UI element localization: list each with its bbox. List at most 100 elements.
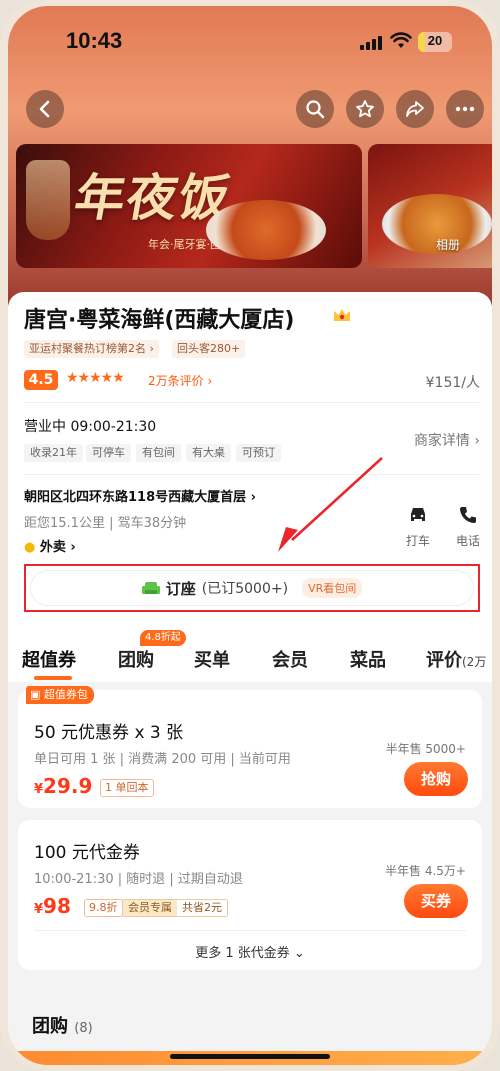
tab-membership[interactable]: 会员 — [272, 646, 308, 672]
share-button[interactable] — [396, 90, 434, 128]
phone-label: 电话 — [455, 534, 480, 548]
payback-tag: 1 单回本 — [100, 779, 154, 797]
save-tag-label: 共省2元 — [182, 901, 222, 914]
member-tag: 会员专属 共省2元 — [122, 899, 228, 917]
crab-dish-image — [206, 200, 326, 260]
voucher-sold: 半年售 4.5万+ — [385, 864, 466, 878]
booking-count: (已订5000+) — [201, 581, 289, 597]
rating-score: 4.5 — [24, 370, 58, 390]
tab-reviews[interactable]: 评价(2万 — [426, 646, 486, 672]
home-indicator[interactable] — [170, 1054, 330, 1059]
merchant-details-text: 商家详情 — [413, 433, 470, 449]
crown-icon — [332, 306, 352, 324]
book-seat-label: 订座 — [165, 579, 196, 598]
phone-icon — [457, 504, 479, 526]
book-seat-button[interactable]: 订座 (已订5000+) VR看包间 — [30, 570, 474, 606]
drive-time: 驾车38分钟 — [117, 516, 187, 531]
shop-name: 唐宫·粤菜海鲜(西藏大厦店) — [24, 308, 295, 333]
wifi-icon — [390, 32, 412, 50]
grab-button[interactable]: 抢购 — [404, 762, 468, 796]
taxi-button[interactable]: 打车 — [402, 504, 434, 549]
taxi-label: 打车 — [405, 534, 430, 548]
vr-room-button[interactable]: VR看包间 — [302, 578, 363, 598]
status-bar: 10:43 20 — [8, 28, 492, 58]
more-vouchers-link[interactable]: 更多 1 张代金券 ⌄ — [18, 942, 482, 961]
avg-price: ¥151/人 — [425, 375, 480, 391]
battery-icon: 20 — [418, 32, 452, 52]
chevron-left-icon — [37, 100, 53, 118]
voucher-rules: 10:00-21:30 | 随时退 | 过期自动退 — [34, 872, 243, 887]
wine-glass-image — [26, 160, 70, 240]
car-icon — [407, 504, 429, 526]
rank-tag[interactable]: 亚运村聚餐热订榜第2名 › — [24, 340, 159, 358]
tab-group-buy[interactable]: 团购 — [118, 646, 154, 672]
tab-pay-bill[interactable]: 买单 — [194, 646, 230, 672]
photo-gallery[interactable]: 年夜饭 年会·尾牙宴·团圆宴 相册 — [16, 144, 492, 272]
rabbit-icon: ● — [24, 540, 36, 555]
share-icon — [405, 99, 425, 119]
rank-tag-text: 亚运村聚餐热订榜第2名 — [29, 342, 146, 355]
app-screen: 10:43 20 年夜饭 年会·尾牙宴·团圆宴 相册 唐宫·粤菜海鲜(西藏大厦店… — [8, 6, 492, 1065]
active-tab-underline — [34, 676, 72, 680]
gallery-photo-banner[interactable]: 年夜饭 年会·尾牙宴·团圆宴 — [16, 144, 362, 268]
group-count: (8) — [74, 1021, 93, 1036]
divider — [34, 930, 466, 931]
price-value: 29.9 — [43, 774, 93, 798]
back-button[interactable] — [26, 90, 64, 128]
voucher-pack-badge: ▣ 超值券包 — [26, 686, 94, 704]
divider — [24, 402, 480, 403]
group-discount-badge: 4.8折起 — [140, 630, 186, 646]
feature-chip: 可预订 — [236, 444, 281, 462]
address-text: 朝阳区北四环东路118号西藏大厦首层 — [24, 490, 247, 505]
signal-icon — [360, 36, 382, 50]
feature-chip: 有大桌 — [186, 444, 231, 462]
review-count: 2万条评价 — [148, 374, 204, 388]
currency-symbol: ¥ — [34, 902, 44, 917]
discount-tag: 9.8折 — [84, 899, 123, 917]
business-hours: 营业中 09:00-21:30 — [24, 419, 157, 435]
search-button[interactable] — [296, 90, 334, 128]
sofa-icon — [141, 580, 160, 596]
feature-chip: 有包间 — [136, 444, 181, 462]
feature-chip: 可停车 — [86, 444, 131, 462]
voucher-card[interactable]: 100 元代金券 10:00-21:30 | 随时退 | 过期自动退 ¥98 9… — [18, 820, 482, 970]
voucher-card[interactable]: ▣ 超值券包 50 元优惠券 x 3 张 单日可用 1 张 | 消费满 200 … — [18, 686, 482, 808]
status-time: 10:43 — [66, 28, 123, 53]
chevron-down-icon: ⌄ — [293, 946, 305, 961]
buy-voucher-button[interactable]: 买券 — [404, 884, 468, 918]
star-icon — [355, 99, 375, 119]
voucher-price: ¥98 — [34, 894, 71, 918]
member-tag-label: 会员专属 — [123, 900, 177, 916]
voucher-sold: 半年售 5000+ — [385, 742, 466, 756]
booking-highlight-box: 订座 (已订5000+) VR看包间 — [24, 564, 480, 612]
more-button[interactable] — [446, 90, 484, 128]
delivery-link[interactable]: ● 外卖 › — [24, 536, 76, 555]
more-vouchers-text: 更多 1 张代金券 — [195, 946, 290, 961]
gallery-photo-dish[interactable] — [368, 144, 492, 268]
address-link[interactable]: 朝阳区北四环东路118号西藏大厦首层 › — [24, 486, 256, 505]
group-title: 团购 — [32, 1016, 68, 1037]
search-icon — [305, 99, 325, 119]
battery-percent: 20 — [427, 33, 443, 48]
tab-vouchers[interactable]: 超值券 — [22, 646, 76, 672]
voucher-pack-label: 超值券包 — [43, 688, 88, 701]
album-link[interactable]: 相册 — [436, 236, 460, 253]
currency-symbol: ¥ — [34, 782, 44, 797]
review-count-link[interactable]: 2万条评价 › — [148, 372, 212, 389]
price-value: 98 — [43, 894, 71, 918]
divider — [24, 474, 480, 475]
tab-bar: 超值券 4.8折起 团购 买单 会员 菜品 评价(2万 — [8, 622, 492, 682]
voucher-name: 50 元优惠券 x 3 张 — [34, 723, 184, 743]
favorite-button[interactable] — [346, 90, 384, 128]
voucher-price: ¥29.9 — [34, 774, 92, 798]
phone-button[interactable]: 电话 — [452, 504, 484, 549]
repeat-customer-tag: 回头客280+ — [172, 340, 246, 358]
tab-dishes[interactable]: 菜品 — [350, 646, 386, 672]
merchant-details-link[interactable]: 商家详情 › — [414, 430, 480, 450]
voucher-rules: 单日可用 1 张 | 消费满 200 可用 | 当前可用 — [34, 752, 291, 767]
distance-text: 距您15.1公里 — [24, 516, 105, 531]
delivery-text: 外卖 — [39, 540, 66, 555]
feature-chip: 收录21年 — [24, 444, 83, 462]
group-buy-section-title: 团购 (8) — [32, 1012, 93, 1038]
tab-reviews-label: 评价 — [426, 650, 462, 671]
